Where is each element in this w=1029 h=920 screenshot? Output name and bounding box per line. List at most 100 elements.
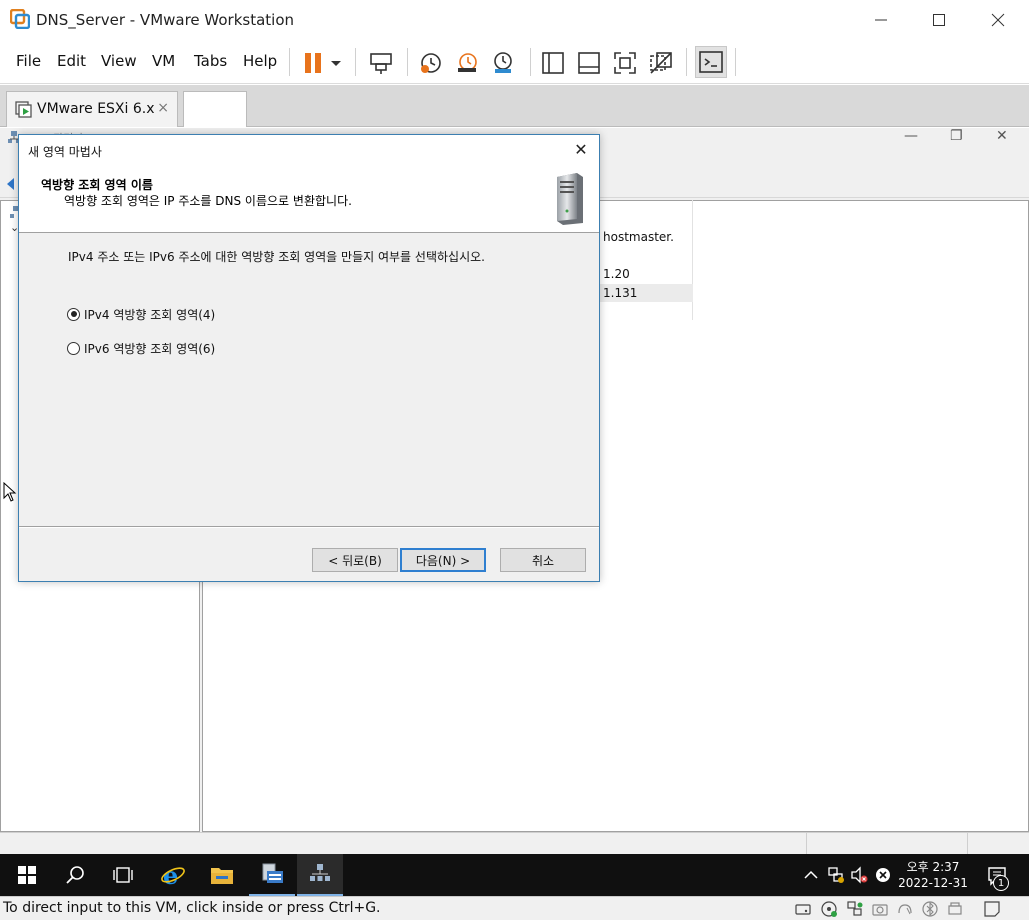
snapshot-icon[interactable] [418, 50, 444, 76]
menu-file[interactable]: File [16, 52, 41, 70]
menu-edit[interactable]: Edit [57, 52, 86, 70]
hard-disk-icon[interactable] [794, 900, 812, 918]
maximize-icon [933, 14, 945, 26]
detail-text-ip2: 1.131 [603, 286, 638, 300]
vmware-title-bar: DNS_Server - VMware Workstation [0, 0, 1029, 40]
dns-minimize-icon[interactable]: — [904, 128, 918, 144]
detail-text-hostmaster: hostmaster. [603, 230, 674, 244]
bluetooth-icon[interactable] [921, 900, 939, 918]
menu-tabs[interactable]: Tabs [194, 52, 227, 70]
vmware-status-bar: To direct input to this VM, click inside… [0, 896, 1029, 920]
folder-icon [211, 868, 233, 884]
wizard-header-title: 역방향 조회 영역 이름 [41, 178, 153, 192]
minimize-button[interactable] [867, 6, 895, 34]
task-view-button[interactable] [100, 854, 146, 896]
wizard-title: 새 영역 마법사 [28, 145, 102, 159]
send-ctrl-alt-del-icon[interactable] [368, 50, 394, 76]
close-icon [991, 13, 1005, 27]
dns-close-icon[interactable]: ✕ [996, 128, 1008, 144]
ipv4-reverse-zone-option[interactable]: IPv4 역방향 조회 영역(4) [67, 305, 215, 323]
status-text: To direct input to this VM, click inside… [3, 900, 381, 916]
vmware-logo-icon [10, 9, 30, 29]
network-adapter-icon[interactable] [846, 900, 864, 918]
search-icon [66, 866, 84, 884]
maximize-button[interactable] [925, 6, 953, 34]
wizard-header: 역방향 조회 영역 이름 역방향 조회 영역은 IP 주소를 DNS 이름으로 … [19, 165, 599, 233]
snapshot-manager-icon[interactable] [490, 50, 516, 76]
message-log-icon[interactable] [983, 900, 1001, 918]
dropdown-arrow-icon[interactable] [328, 50, 344, 76]
window-title: DNS_Server - VMware Workstation [36, 11, 295, 29]
close-button[interactable] [984, 6, 1012, 34]
radio-ipv6[interactable] [67, 341, 80, 355]
menu-toolbar: File Edit View VM Tabs Help [0, 40, 1029, 84]
search-button[interactable] [52, 854, 98, 896]
detail-text-ip1: 1.20 [603, 267, 630, 281]
full-screen-icon[interactable] [612, 50, 638, 76]
dns-manager-taskbar-button[interactable] [297, 854, 343, 896]
unity-icon[interactable] [648, 50, 674, 76]
menu-view[interactable]: View [101, 52, 137, 70]
taskbar-clock-time[interactable]: 오후 2:37 [880, 858, 986, 875]
taskbar-clock-date[interactable]: 2022-12-31 [880, 876, 986, 890]
back-button[interactable]: < 뒤로(B) [312, 548, 398, 572]
radio-ipv6-label: IPv6 역방향 조회 영역(6) [84, 341, 216, 356]
task-view-icon [113, 867, 133, 883]
camera-icon[interactable] [871, 900, 889, 918]
file-explorer-button[interactable] [199, 854, 245, 896]
sound-card-icon[interactable] [896, 900, 914, 918]
minimize-icon [875, 19, 887, 21]
tab-strip: VMware ESXi 6.x × [0, 85, 1029, 127]
toolbar-separator [355, 48, 356, 76]
chevron-up-icon [804, 870, 818, 879]
toolbar-separator [735, 48, 736, 76]
thumbnail-bar-icon[interactable] [576, 50, 602, 76]
cancel-button[interactable]: 취소 [500, 548, 586, 572]
dns-restore-icon[interactable]: ❐ [950, 128, 963, 144]
tab-vmware-esxi[interactable]: VMware ESXi 6.x × [6, 91, 178, 127]
radio-ipv4[interactable] [67, 307, 80, 321]
wizard-instruction-text: IPv4 주소 또는 IPv6 주소에 대한 역방향 조회 영역을 만들지 여부… [68, 250, 485, 264]
toolbar-separator [686, 48, 687, 76]
dns-manager-icon [310, 864, 330, 881]
next-button[interactable]: 다음(N) > [400, 548, 486, 572]
show-library-icon[interactable] [540, 50, 566, 76]
menu-vm[interactable]: VM [152, 52, 175, 70]
server-tower-icon [557, 173, 583, 225]
internet-explorer-icon: e [161, 862, 185, 888]
wizard-title-bar: 새 영역 마법사 ✕ [19, 135, 599, 165]
toolbar-separator [407, 48, 408, 76]
cd-dvd-icon[interactable] [820, 900, 838, 918]
tab-blank[interactable] [183, 91, 247, 127]
server-manager-button[interactable] [249, 854, 295, 896]
toolbar-separator [530, 48, 531, 76]
console-icon [699, 51, 723, 73]
network-tray-icon[interactable] [826, 865, 846, 885]
wizard-close-icon[interactable]: ✕ [571, 140, 591, 160]
volume-tray-icon[interactable] [849, 865, 869, 885]
menu-help[interactable]: Help [243, 52, 277, 70]
start-button[interactable] [4, 854, 50, 896]
column-separator [692, 200, 693, 320]
windows-taskbar: e 오후 2:37 2022-12-31 1 [0, 854, 1029, 896]
tab-label: VMware ESXi 6.x [37, 101, 155, 117]
ipv6-reverse-zone-option[interactable]: IPv6 역방향 조회 영역(6) [67, 339, 215, 357]
show-hidden-icons-chevron[interactable] [801, 865, 821, 885]
new-zone-wizard-dialog: 새 영역 마법사 ✕ 역방향 조회 영역 이름 역방향 조회 영역은 IP 주소… [18, 134, 600, 582]
radio-ipv4-label: IPv4 역방향 조회 영역(4) [84, 307, 216, 322]
revert-snapshot-icon[interactable] [454, 50, 480, 76]
notification-count-badge: 1 [993, 875, 1009, 891]
printer-icon[interactable] [946, 900, 964, 918]
pause-icon[interactable] [300, 50, 326, 76]
tab-close-icon[interactable]: × [157, 100, 169, 116]
vm-screen[interactable]: DNS 관리자 — ❐ ✕ ⌄ hostmaster. 1.20 1.131 [0, 128, 1029, 854]
volume-muted-icon [851, 866, 868, 884]
mouse-cursor-icon [3, 482, 17, 502]
windows-logo-icon [18, 866, 36, 884]
internet-explorer-button[interactable]: e [150, 854, 196, 896]
console-view-button[interactable] [695, 46, 727, 78]
network-icon [828, 867, 844, 883]
vm-running-icon [15, 101, 32, 118]
wizard-footer-separator [19, 526, 599, 527]
server-manager-icon [262, 863, 283, 883]
